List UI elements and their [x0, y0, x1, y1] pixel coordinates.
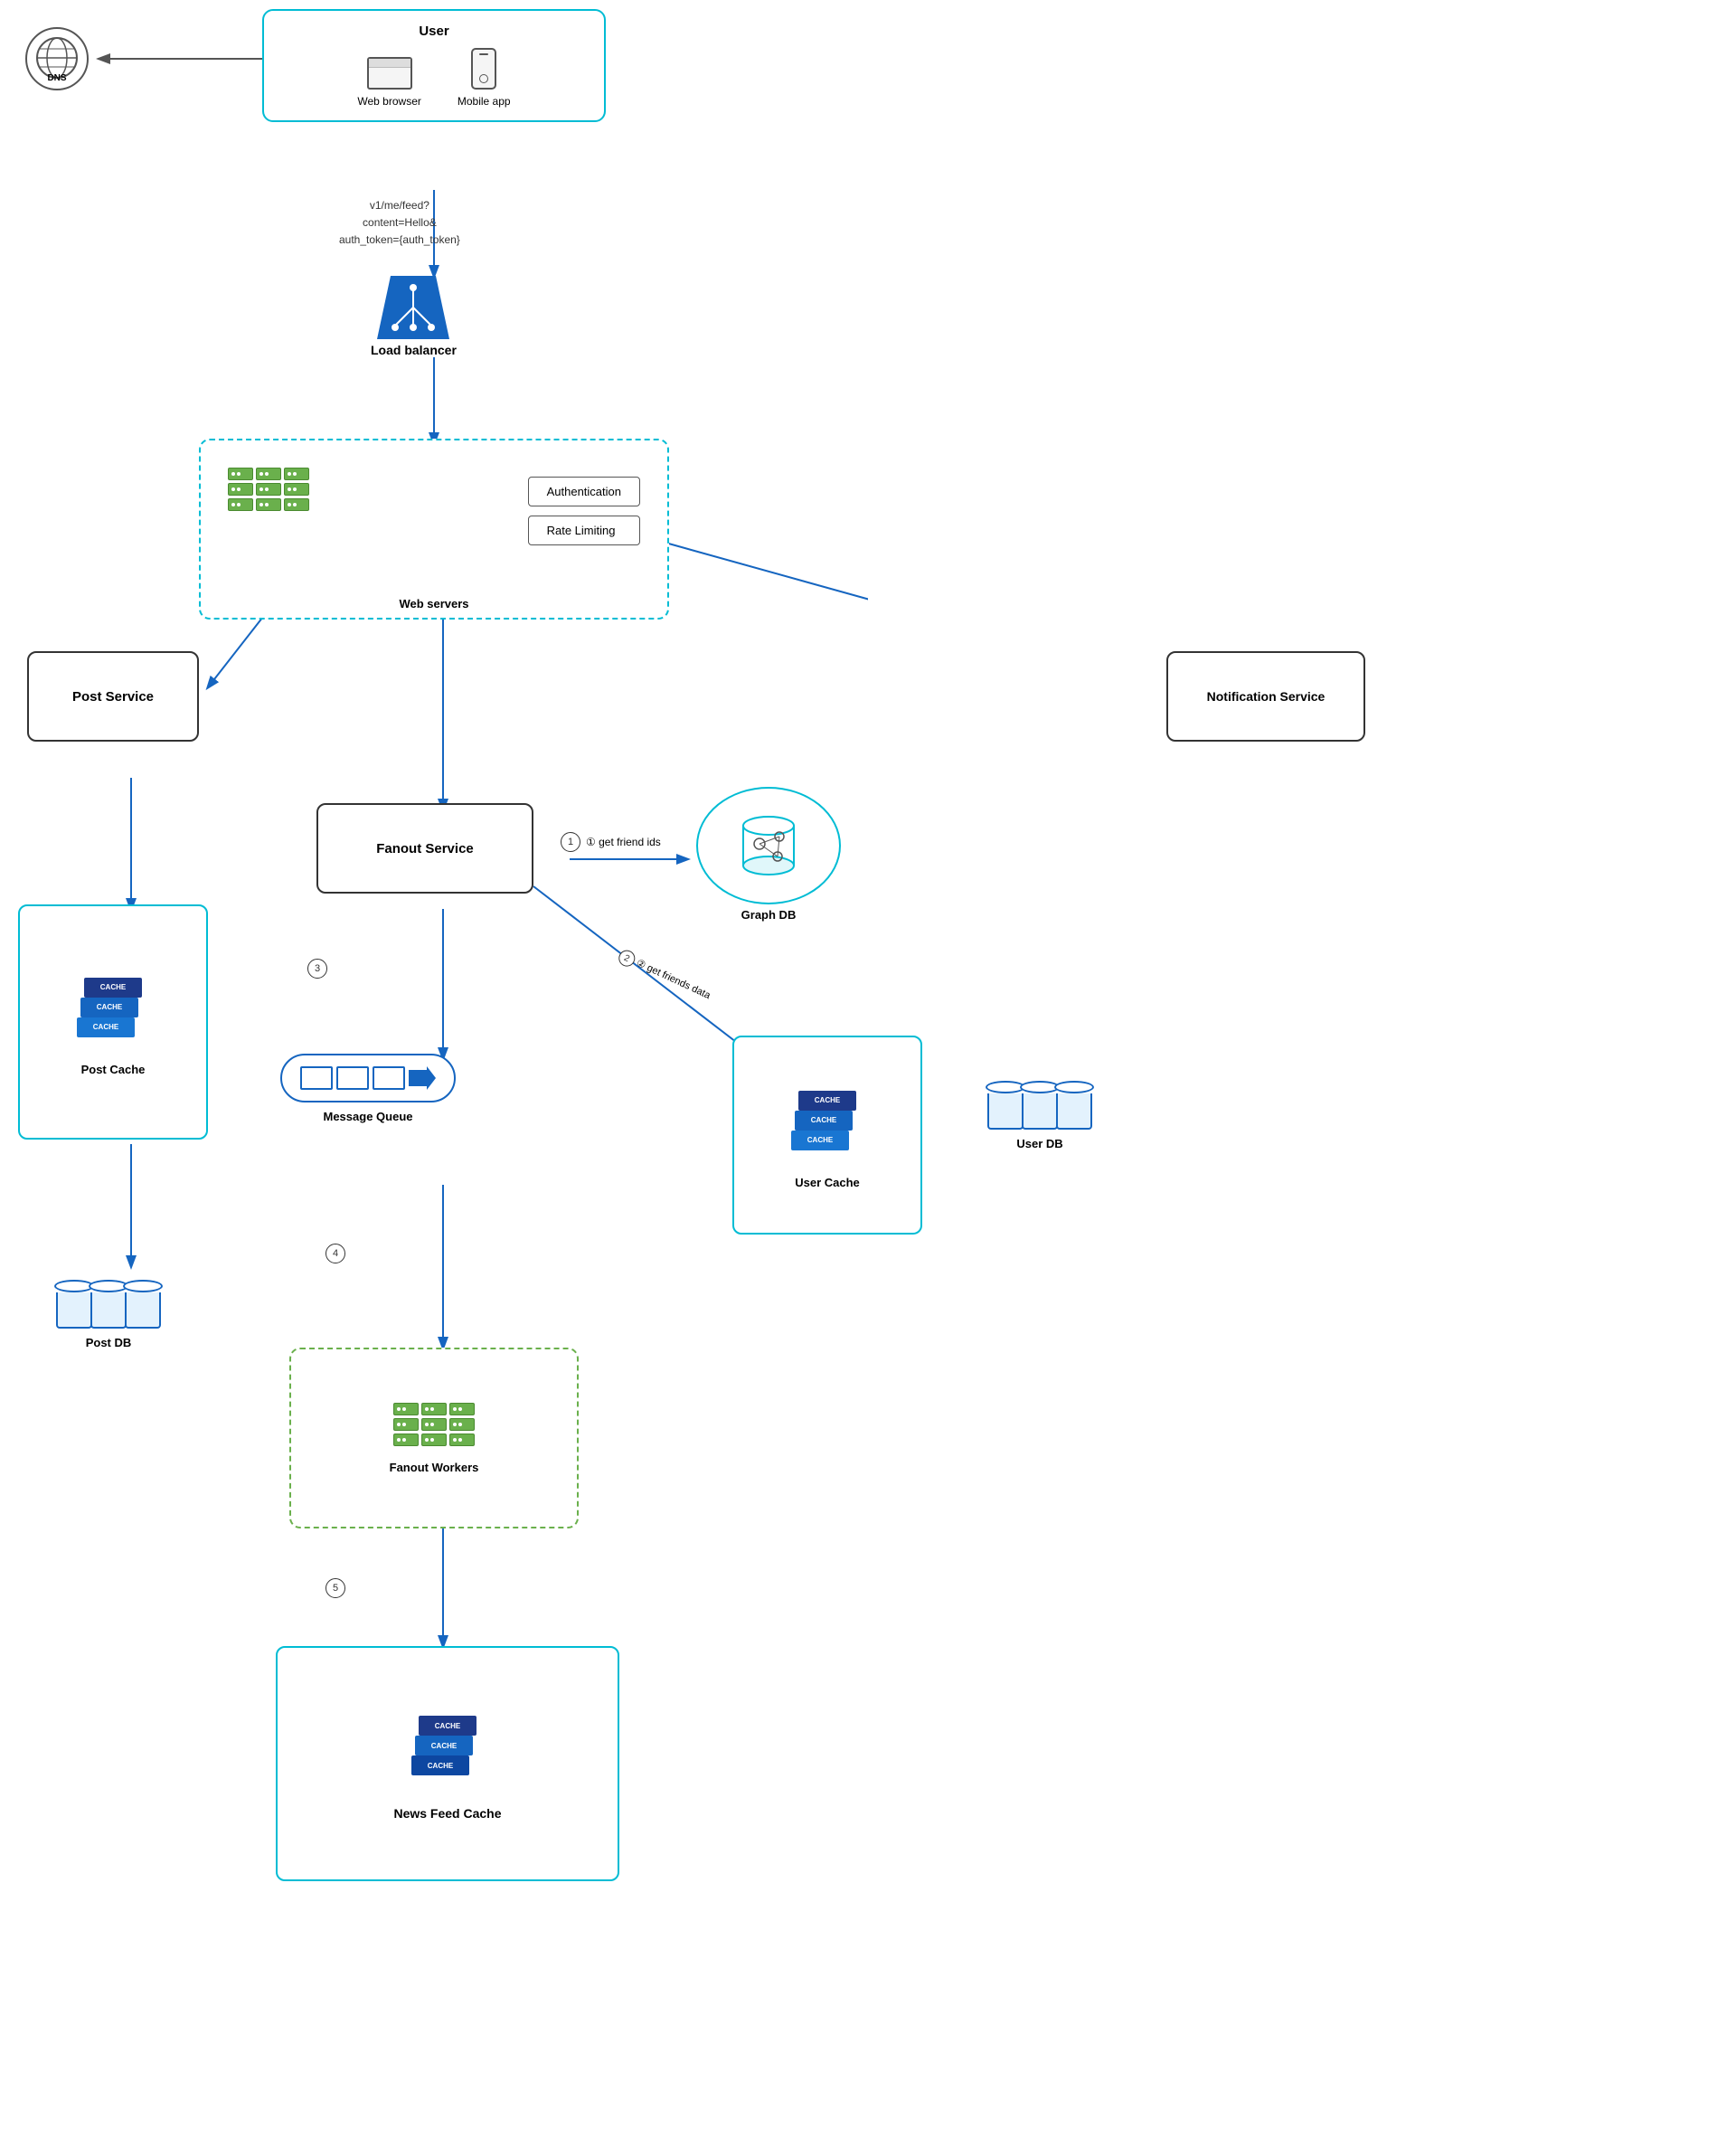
diagram: DNS User Web browser Mobile app v1/me/fe… [0, 0, 868, 2148]
envelope-3 [373, 1066, 405, 1090]
post-cache-box: CACHE CACHE CACHE Post Cache [18, 904, 208, 1140]
fanout-workers-box: Fanout Workers [289, 1348, 579, 1528]
web-servers-box: Authentication Rate Limiting Web servers [199, 439, 669, 620]
fanout-service-box: Fanout Service [316, 803, 533, 894]
load-balancer-node: Load balancer [371, 276, 457, 357]
notification-service-box: Notification Service [1166, 651, 1365, 742]
authentication-box: Authentication [528, 477, 640, 506]
message-queue-node: Message Queue [280, 1054, 456, 1123]
step2-label: 2 ② get friends data [615, 968, 714, 984]
step4-label: 4 [326, 1244, 345, 1263]
auth-rate-box: Authentication Rate Limiting [528, 477, 640, 545]
user-cache-box: CACHE CACHE CACHE User Cache [732, 1036, 922, 1235]
step1-label: 1 ① get friend ids [561, 832, 661, 852]
browser-icon [367, 57, 412, 90]
web-server-icon [228, 468, 309, 511]
graph-db-node: Graph DB [696, 787, 841, 922]
step5-label: 5 [326, 1578, 345, 1598]
news-feed-cache-box: CACHE CACHE CACHE News Feed Cache [276, 1646, 619, 1881]
envelope-1 [300, 1066, 333, 1090]
api-call-label: v1/me/feed? content=Hello& auth_token={a… [339, 197, 460, 250]
user-db-node: User DB [986, 1063, 1094, 1150]
post-db-node: Post DB [54, 1262, 163, 1349]
step3-label: 3 [307, 959, 327, 979]
dns-node: DNS [25, 27, 89, 90]
envelope-2 [336, 1066, 369, 1090]
user-box: User Web browser Mobile app [262, 9, 606, 122]
rate-limiting-box: Rate Limiting [528, 516, 640, 545]
mobile-icon [471, 48, 496, 90]
post-service-box: Post Service [27, 651, 199, 742]
